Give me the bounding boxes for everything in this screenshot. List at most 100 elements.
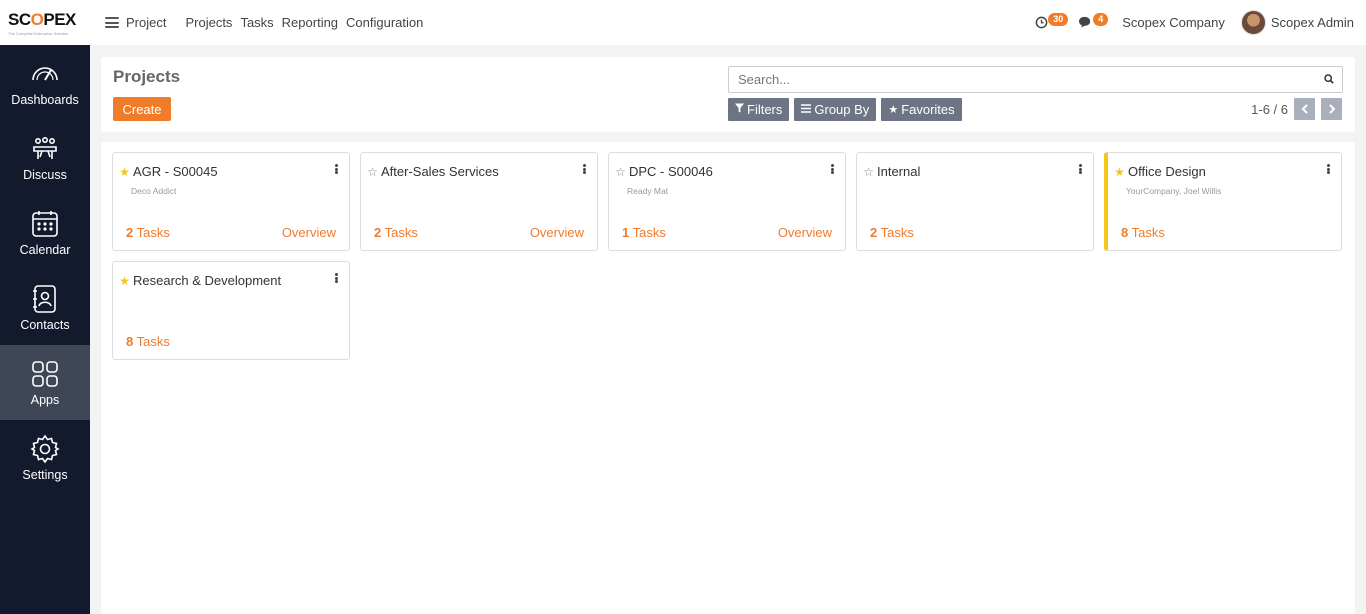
filters-label: Filters: [747, 102, 783, 117]
activity-count-badge: 30: [1048, 13, 1069, 26]
menu-reporting[interactable]: Reporting: [282, 15, 338, 30]
project-card[interactable]: ☆ Internal 2 Tasks: [856, 152, 1094, 251]
activity-menu[interactable]: 30: [1035, 13, 1069, 32]
project-card[interactable]: ☆ DPC - S00046 Ready Mat 1 Tasks Overvie…: [608, 152, 846, 251]
project-overview-link[interactable]: Overview: [530, 225, 584, 240]
logo-part-accent: O: [30, 9, 44, 29]
card-dropdown-toggle[interactable]: [1076, 162, 1084, 176]
project-partner: Deco Addict: [131, 186, 177, 196]
project-partner: YourCompany, Joel Willis: [1126, 186, 1222, 196]
page-title: Projects: [113, 67, 181, 86]
task-count: 2: [374, 225, 382, 240]
favorite-star-icon[interactable]: ☆: [862, 165, 875, 179]
task-count: 2: [870, 225, 878, 240]
clock-icon: [1035, 16, 1048, 32]
task-count: 1: [622, 225, 630, 240]
user-menu[interactable]: Scopex Admin: [1240, 10, 1354, 35]
project-name: After-Sales Services: [381, 164, 499, 179]
search-icon[interactable]: [1316, 73, 1342, 87]
project-tasks-link[interactable]: 1 Tasks: [622, 225, 666, 240]
project-tasks-link[interactable]: 2 Tasks: [126, 225, 170, 240]
brand-logo[interactable]: SCOPEX The Complete Enterprise Solution: [0, 0, 90, 45]
favorite-star-icon[interactable]: ★: [118, 165, 131, 179]
app-menu-toggle[interactable]: Project: [105, 15, 166, 30]
sidebar-item-discuss[interactable]: Discuss: [0, 120, 90, 195]
favorite-star-icon[interactable]: ★: [1113, 165, 1126, 179]
project-partner: Ready Mat: [627, 186, 669, 196]
task-count: 2: [126, 225, 134, 240]
sidebar-item-calendar[interactable]: Calendar: [0, 195, 90, 270]
sidebar-item-settings[interactable]: Settings: [0, 420, 90, 495]
favorite-star-icon[interactable]: ★: [118, 274, 131, 288]
sidebar-item-contacts[interactable]: Contacts: [0, 270, 90, 345]
pager: 1-6 / 6: [1251, 98, 1342, 120]
logo-tagline: The Complete Enterprise Solution: [8, 30, 69, 36]
pager-previous-button[interactable]: [1294, 98, 1315, 120]
contacts-icon: [33, 285, 56, 313]
card-dropdown-toggle[interactable]: [828, 162, 836, 176]
message-count-badge: 4: [1093, 13, 1109, 26]
user-name: Scopex Admin: [1270, 15, 1354, 30]
hamburger-icon: [105, 17, 119, 28]
tasks-word: Tasks: [136, 225, 170, 240]
pager-next-button[interactable]: [1321, 98, 1342, 120]
company-switcher[interactable]: Scopex Company: [1122, 15, 1225, 30]
sidebar-item-label: Apps: [30, 393, 60, 407]
project-tasks-link[interactable]: 8 Tasks: [126, 334, 170, 349]
list-icon: [801, 103, 812, 116]
messaging-menu[interactable]: 4: [1078, 13, 1109, 32]
project-card[interactable]: ☆ After-Sales Services 2 Tasks Overview: [360, 152, 598, 251]
menu-configuration[interactable]: Configuration: [346, 15, 423, 30]
calendar-icon: [32, 211, 58, 237]
group-by-button[interactable]: Group By: [794, 98, 877, 121]
logo-part: PEX: [43, 9, 76, 29]
star-icon: ★: [888, 104, 899, 116]
favorite-star-icon[interactable]: ☆: [366, 165, 379, 179]
tasks-word: Tasks: [880, 225, 914, 240]
project-tasks-link[interactable]: 2 Tasks: [374, 225, 418, 240]
sidebar-item-label: Discuss: [23, 168, 67, 182]
project-card[interactable]: ★ Office Design YourCompany, Joel Willis…: [1104, 152, 1342, 251]
search-bar: [728, 66, 1343, 93]
project-card[interactable]: ★ Research & Development 8 Tasks: [112, 261, 350, 360]
gear-icon: [30, 434, 60, 464]
top-navbar: SCOPEX The Complete Enterprise Solution …: [0, 0, 1366, 45]
main-menu: Projects Tasks Reporting Configuration: [185, 15, 423, 30]
logo-part: SC: [8, 9, 31, 29]
sidebar-item-label: Contacts: [20, 318, 70, 332]
sidebar-item-label: Settings: [22, 468, 68, 482]
chevron-left-icon: [1301, 104, 1308, 114]
project-card[interactable]: ★ AGR - S00045 Deco Addict 2 Tasks Overv…: [112, 152, 350, 251]
favorites-button[interactable]: ★ Favorites: [881, 98, 962, 121]
filters-button[interactable]: Filters: [728, 98, 790, 121]
sidebar: Dashboards Discuss Calendar Contacts App…: [0, 45, 90, 614]
create-button[interactable]: Create: [113, 97, 171, 121]
tasks-word: Tasks: [384, 225, 418, 240]
group-by-label: Group By: [814, 102, 870, 117]
sidebar-item-apps[interactable]: Apps: [0, 345, 90, 420]
logo-wordmark: SCOPEX: [8, 10, 90, 30]
project-name: Research & Development: [133, 273, 282, 288]
card-dropdown-toggle[interactable]: [1324, 162, 1332, 176]
card-dropdown-toggle[interactable]: [580, 162, 588, 176]
task-count: 8: [126, 334, 134, 349]
sidebar-item-dashboards[interactable]: Dashboards: [0, 45, 90, 120]
project-name: Internal: [877, 164, 921, 179]
chevron-right-icon: [1328, 104, 1335, 114]
project-name: DPC - S00046: [629, 164, 713, 179]
project-tasks-link[interactable]: 2 Tasks: [870, 225, 914, 240]
project-overview-link[interactable]: Overview: [282, 225, 336, 240]
menu-tasks[interactable]: Tasks: [240, 15, 273, 30]
favorite-star-icon[interactable]: ☆: [614, 165, 627, 179]
kanban-view: ★ AGR - S00045 Deco Addict 2 Tasks Overv…: [101, 142, 1355, 614]
menu-projects[interactable]: Projects: [185, 15, 232, 30]
card-dropdown-toggle[interactable]: [332, 271, 340, 285]
search-input[interactable]: [738, 72, 1316, 87]
filter-icon: [735, 103, 744, 116]
apps-grid-icon: [32, 361, 58, 387]
pager-value[interactable]: 1-6 / 6: [1251, 102, 1288, 117]
card-dropdown-toggle[interactable]: [332, 162, 340, 176]
project-tasks-link[interactable]: 8 Tasks: [1121, 225, 1165, 240]
tasks-word: Tasks: [632, 225, 666, 240]
project-overview-link[interactable]: Overview: [778, 225, 832, 240]
